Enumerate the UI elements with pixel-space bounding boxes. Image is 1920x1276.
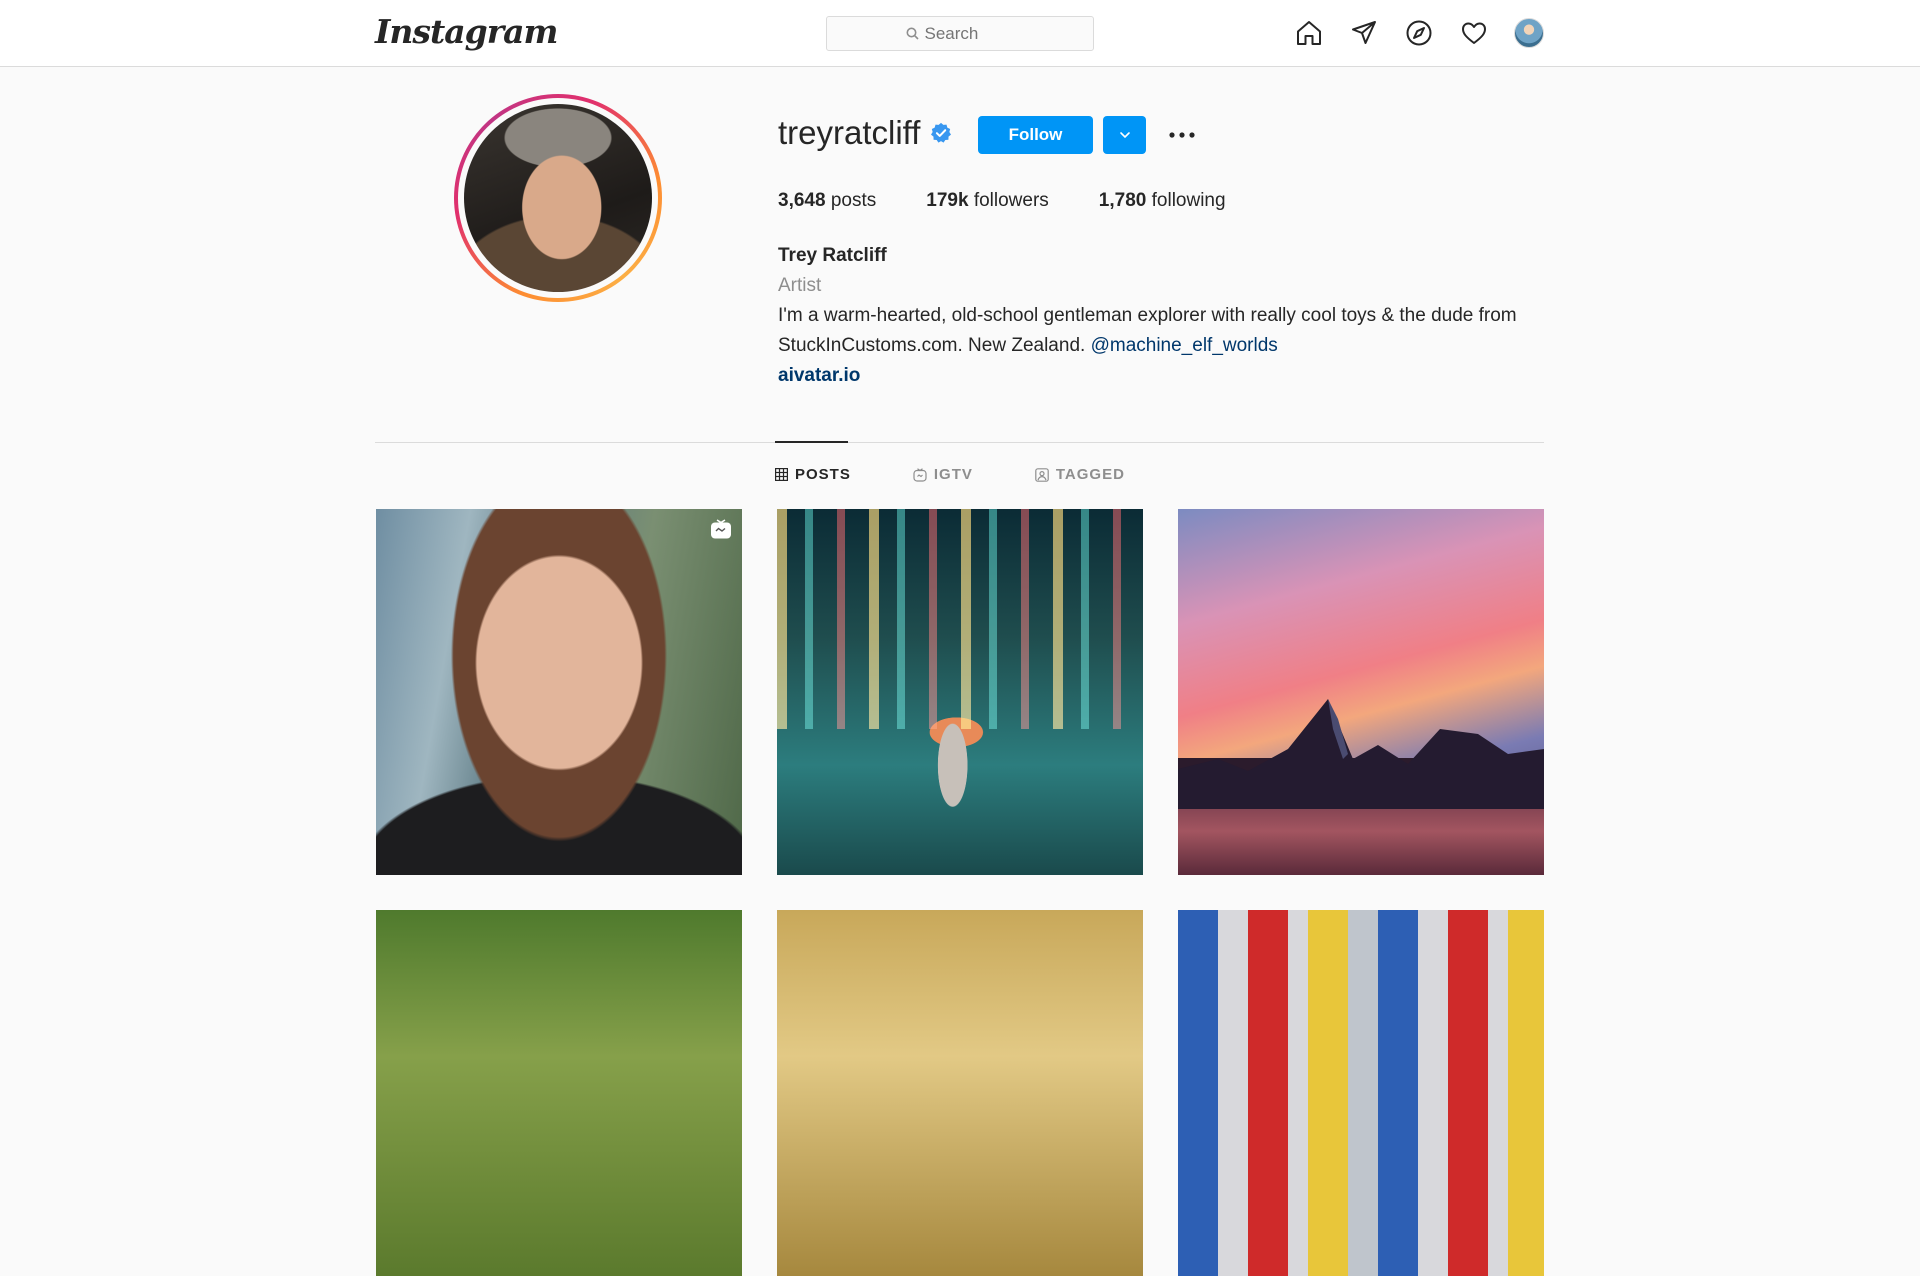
activity-heart-icon[interactable]: [1458, 17, 1490, 49]
suggested-accounts-button[interactable]: [1103, 116, 1146, 154]
bio-website-link[interactable]: aivatar.io: [778, 361, 1538, 391]
grid-icon: [775, 468, 788, 481]
tab-igtv-label: IGTV: [933, 466, 973, 483]
more-horizontal-icon: [1169, 132, 1195, 138]
post-image-overlay: [777, 509, 1143, 729]
search-box[interactable]: [826, 16, 1094, 51]
tab-posts[interactable]: POSTS: [775, 466, 851, 483]
more-options-button[interactable]: [1166, 122, 1198, 148]
tab-tagged-label: TAGGED: [1055, 466, 1125, 483]
igtv-icon: [913, 467, 927, 482]
verified-badge-icon: [931, 122, 952, 143]
stat-posts-value: 3,648: [778, 190, 826, 211]
tab-posts-label: POSTS: [795, 466, 851, 483]
profile-avatar-image: [1514, 18, 1544, 48]
post-thumbnail[interactable]: [1178, 509, 1544, 875]
bio-mention-link[interactable]: @machine_elf_worlds: [1091, 335, 1278, 356]
chevron-down-icon: [1119, 132, 1130, 139]
tab-igtv[interactable]: IGTV: [913, 466, 973, 483]
post-thumbnail[interactable]: [376, 509, 742, 875]
post-image-mountains: [1178, 699, 1544, 809]
tab-tagged[interactable]: TAGGED: [1035, 466, 1125, 483]
post-thumbnail[interactable]: [777, 910, 1143, 1276]
post-thumbnail[interactable]: [376, 910, 742, 1276]
home-icon[interactable]: [1293, 17, 1325, 49]
stat-following[interactable]: 1,780 following: [1099, 190, 1226, 212]
stat-followers-value: 179k: [926, 190, 969, 211]
profile-bio: Trey Ratcliff Artist I'm a warm-hearted,…: [778, 241, 1538, 391]
profile-avatar[interactable]: [1513, 17, 1545, 49]
search-input[interactable]: [924, 23, 1015, 44]
username-row: treyratcliff: [778, 114, 952, 152]
stat-followers-label: followers: [973, 190, 1049, 211]
active-tab-indicator: [775, 441, 848, 443]
profile-tabs: POSTS IGTV TAGGED: [775, 466, 1187, 483]
stat-posts: 3,648 posts: [778, 190, 876, 212]
stat-following-value: 1,780: [1098, 190, 1147, 211]
nav-icons: [1293, 17, 1568, 49]
bio-text-block: I'm a warm-hearted, old-school gentleman…: [778, 301, 1538, 361]
post-thumbnail[interactable]: [777, 509, 1143, 875]
follow-button[interactable]: Follow: [978, 116, 1093, 154]
profile-stats: 3,648 posts 179k followers 1,780 followi…: [778, 190, 1276, 212]
tabs-divider: [375, 442, 1544, 443]
top-nav: Instagram: [0, 0, 1920, 67]
igtv-video-icon: [711, 519, 731, 539]
username: treyratcliff: [778, 114, 921, 151]
profile-category: Artist: [778, 275, 822, 296]
stat-following-label: following: [1151, 190, 1226, 211]
full-name: Trey Ratcliff: [778, 245, 887, 266]
direct-icon[interactable]: [1348, 17, 1380, 49]
tagged-icon: [1035, 467, 1049, 482]
search-icon: [906, 27, 919, 40]
instagram-logo[interactable]: Instagram: [375, 12, 558, 51]
profile-picture: [464, 104, 652, 292]
stat-posts-label: posts: [830, 190, 877, 211]
post-thumbnail[interactable]: [1178, 910, 1544, 1276]
stat-followers[interactable]: 179k followers: [926, 190, 1049, 212]
explore-icon[interactable]: [1403, 17, 1435, 49]
profile-picture-ring[interactable]: [454, 94, 662, 302]
